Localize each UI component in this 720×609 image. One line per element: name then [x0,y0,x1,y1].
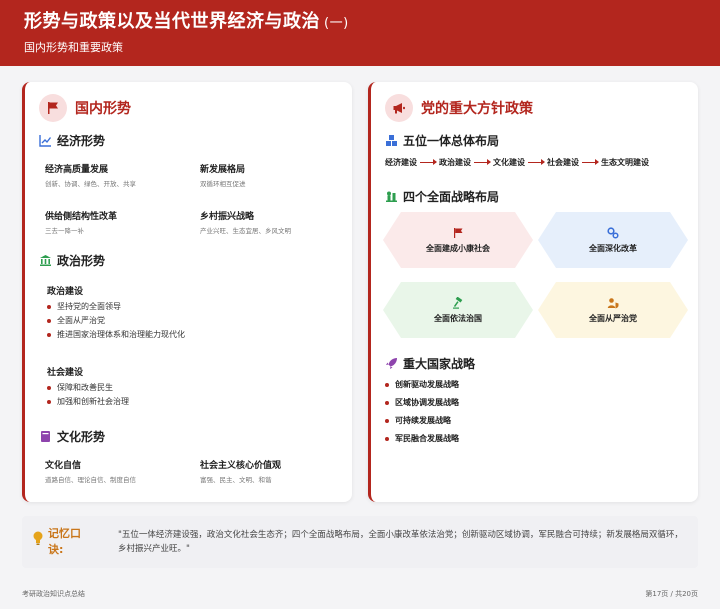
list-item: 推进国家治理体系和治理能力现代化 [47,329,185,340]
panel-header-policy: 党的重大方针政策 [385,94,533,122]
list-item: 坚持党的全面领导 [47,301,121,312]
megaphone-icon [385,94,413,122]
footer-source: 考研政治知识点总结 [22,590,85,598]
section-culture: 文化形势 [39,428,105,445]
section-five-in-one: 五位一体总体布局 [385,132,499,149]
panel-header-domestic: 国内形势 [39,94,131,122]
gavel-icon [453,296,463,309]
gears-icon [607,226,619,239]
strategy-card-party: 全面从严治党 [538,282,688,338]
politics-build-title: 政治建设 [47,287,84,297]
list-item: 军民融合发展战略 [385,433,459,444]
economy-item: 供给侧结构性改革 三去一降一补 [45,212,118,235]
layout-node: 经济建设 [385,158,417,167]
section-politics: 政治形势 [39,252,105,269]
strategy-card-xiaokang: 全面建成小康社会 [383,212,533,268]
arrow-right-icon [474,159,491,165]
chess-icon [385,190,398,203]
strategy-card-reform: 全面深化改革 [538,212,688,268]
economy-item: 经济高质量发展 创新、协调、绿色、开放、共享 [45,165,136,188]
panel-title: 国内形势 [75,101,131,117]
page-header: 形势与政策以及当代世界经济与政治 (一) 国内形势和重要政策 [0,0,720,66]
list-item: 加强和创新社会治理 [47,396,129,407]
flag-icon [454,227,463,238]
page-subtitle: 国内形势和重要政策 [24,41,123,54]
layout-node: 社会建设 [547,158,579,167]
society-build-title: 社会建设 [47,368,84,378]
page-number: 第17页 / 共20页 [645,590,698,598]
lightbulb-icon [33,531,43,545]
layout-node: 文化建设 [493,158,525,167]
title-suffix: (一) [324,16,349,31]
book-icon [39,430,52,443]
landmark-icon [39,254,52,267]
flag-icon [39,94,67,122]
rocket-icon [385,357,398,370]
domestic-situation-panel: 国内形势 经济形势 经济高质量发展 创新、协调、绿色、开放、共享 新发展格局 双… [22,82,352,502]
chart-line-icon [39,134,52,147]
arrow-right-icon [528,159,545,165]
page-title: 形势与政策以及当代世界经济与政治 (一) [24,11,349,32]
party-policy-panel: 党的重大方针政策 五位一体总体布局 经济建设 政治建设 文化建设 社会建设 生态… [368,82,698,502]
layout-node: 政治建设 [439,158,471,167]
section-national-strategy: 重大国家战略 [385,355,475,372]
strategy-card-rule-of-law: 全面依法治国 [383,282,533,338]
layout-node: 生态文明建设 [601,158,649,167]
culture-item: 社会主义核心价值观 富强、民主、文明、和谐 [200,461,282,484]
culture-item: 文化自信 道路自信、理论自信、制度自信 [45,461,136,484]
five-in-one-flow: 经济建设 政治建设 文化建设 社会建设 生态文明建设 [385,157,649,168]
cubes-icon [385,134,398,147]
list-item: 保障和改善民生 [47,382,113,393]
memory-mnemonic-box: 记忆口诀: "五位一体经济建设强，政治文化社会生态齐；四个全面战略布局，全面小康… [22,516,698,568]
section-economy: 经济形势 [39,132,105,149]
economy-item: 新发展格局 双循环相互促进 [200,165,246,188]
arrow-right-icon [582,159,599,165]
mnemonic-text: "五位一体经济建设强，政治文化社会生态齐；四个全面战略布局，全面小康改革依法治党… [118,530,683,554]
panel-title: 党的重大方针政策 [421,101,533,117]
mnemonic-label: 记忆口诀: [48,527,81,556]
list-item: 创新驱动发展战略 [385,379,459,390]
list-item: 可持续发展战略 [385,415,451,426]
economy-item: 乡村振兴战略 产业兴旺、生态宜居、乡风文明 [200,212,291,235]
arrow-right-icon [420,159,437,165]
list-item: 区域协调发展战略 [385,397,459,408]
list-item: 全面从严治党 [47,315,105,326]
section-four-comprehensives: 四个全面战略布局 [385,188,499,205]
user-shield-icon [607,297,619,308]
